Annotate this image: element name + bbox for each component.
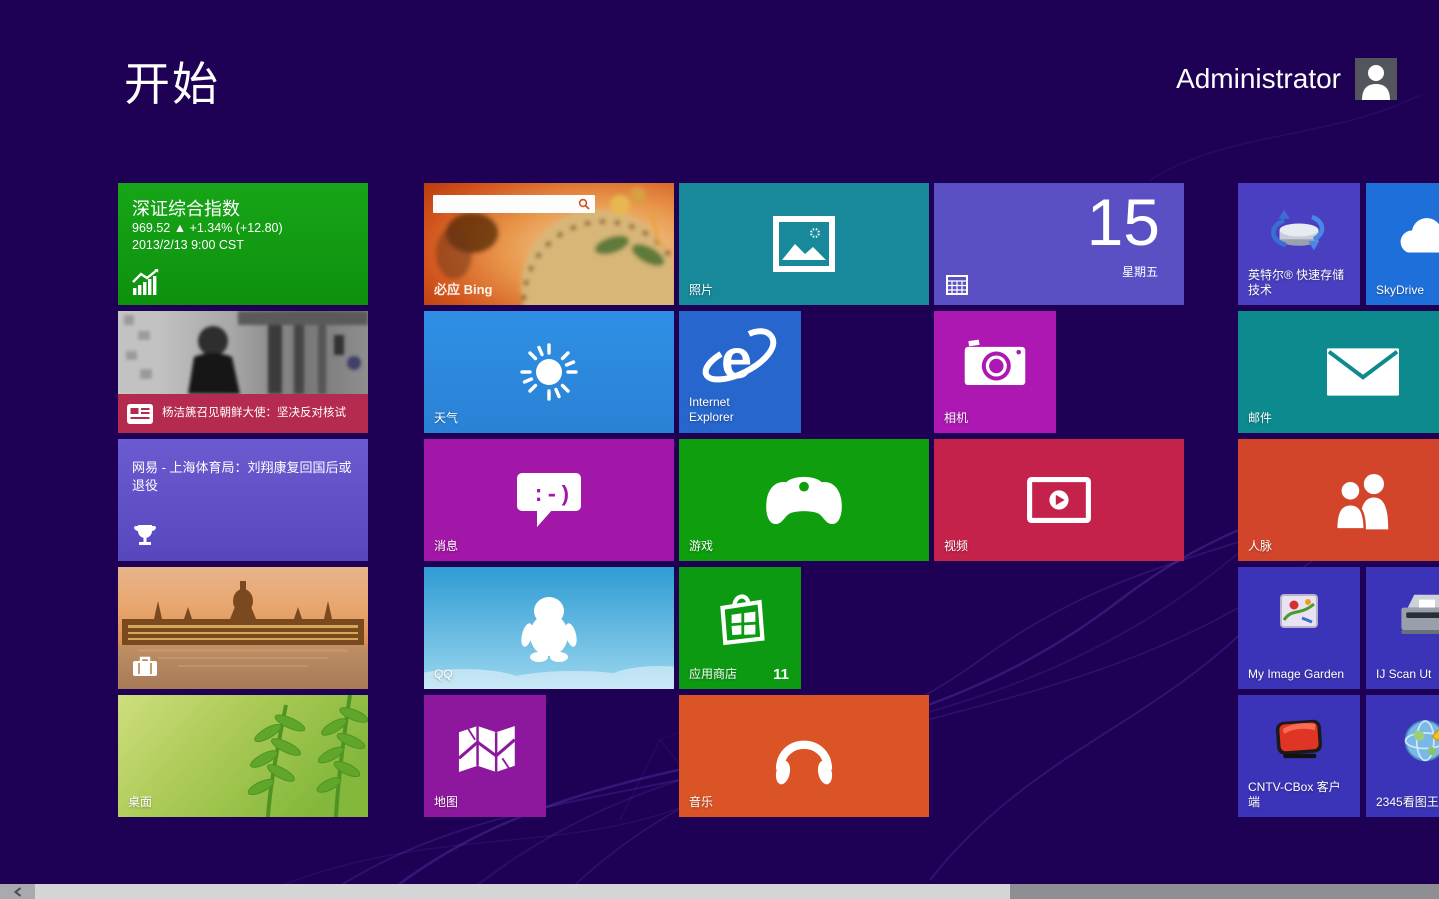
tile-messaging[interactable]: :-) 消息 [424, 439, 674, 561]
search-icon [578, 198, 590, 210]
tile-my-image-garden[interactable]: My Image Garden [1238, 567, 1360, 689]
tile-label: 应用商店 [689, 667, 737, 682]
tile-internet-explorer[interactable]: e Internet Explorer [679, 311, 801, 433]
scanner-icon [1395, 590, 1439, 638]
tile-stock-index[interactable]: 深证综合指数 969.52 ▲ +1.34% (+12.80) 2013/2/1… [118, 183, 368, 305]
globe-update-icon [1401, 715, 1439, 763]
intel-rst-icon [1271, 204, 1327, 256]
tile-intel-rst[interactable]: 英特尔® 快速存储技术 [1238, 183, 1360, 305]
store-bag-icon [705, 585, 775, 653]
tile-label: 必应 Bing [434, 279, 493, 298]
tile-2345-update[interactable]: 2345看图王 本升级 [1366, 695, 1439, 817]
photo-frame-icon [773, 216, 835, 272]
tile-sports-news[interactable]: 网易 - 上海体育局：刘翔康复回国后或退役 [118, 439, 368, 561]
tile-travel[interactable] [118, 567, 368, 689]
video-player-icon [1027, 477, 1091, 523]
store-update-badge: 11 [773, 666, 789, 683]
sports-headline: 网易 - 上海体育局：刘翔康复回国后或退役 [132, 459, 357, 495]
tile-calendar[interactable]: 15 星期五 [934, 183, 1184, 305]
calendar-weekday: 星期五 [1122, 263, 1158, 280]
ie-logo-icon: e [701, 328, 779, 392]
tile-label: 音乐 [689, 795, 713, 810]
tile-ij-scan-utility[interactable]: IJ Scan Ut [1366, 567, 1439, 689]
people-icon [1321, 470, 1405, 530]
tile-label: 桌面 [128, 795, 152, 810]
message-bubble-icon: :-) [513, 469, 585, 531]
tile-bing[interactable]: 必应 Bing [424, 183, 674, 305]
tile-label: 视频 [944, 539, 968, 554]
bing-search-bar[interactable] [433, 195, 595, 213]
tile-qq[interactable]: QQ [424, 567, 674, 689]
my-image-garden-icon [1280, 594, 1318, 628]
tile-label: 地图 [434, 795, 458, 810]
news-headline: 杨洁篪召见朝鲜大使：坚决反对核试 [162, 406, 360, 421]
stock-value-change: 969.52 ▲ +1.34% (+12.80) [132, 221, 283, 235]
horizontal-scrollbar[interactable] [0, 884, 1439, 899]
tile-label: 游戏 [689, 539, 713, 554]
start-screen: 开始 Administrator 深证综合指数 969.52 ▲ +1.34% … [0, 0, 1439, 899]
desktop-wallpaper [118, 695, 368, 817]
tile-label: Internet Explorer [689, 395, 773, 425]
tile-label: 相机 [944, 411, 968, 426]
mail-envelope-icon [1327, 348, 1399, 396]
tile-label: 照片 [689, 283, 713, 298]
tile-music[interactable]: 音乐 [679, 695, 929, 817]
page-title: 开始 [124, 48, 220, 114]
tile-mail[interactable]: 邮件 [1238, 311, 1439, 433]
tile-label: 2345看图王 本升级 [1376, 795, 1439, 810]
scroll-left-button[interactable] [0, 884, 35, 899]
tile-news[interactable]: 杨洁篪召见朝鲜大使：坚决反对核试 [118, 311, 368, 433]
tile-label: 天气 [434, 411, 458, 426]
tile-camera[interactable]: 相机 [934, 311, 1056, 433]
map-icon [454, 721, 516, 777]
stock-chart-icon [132, 269, 162, 295]
camera-icon [962, 339, 1028, 389]
chevron-left-icon [14, 887, 22, 897]
tile-weather[interactable]: 天气 [424, 311, 674, 433]
calendar-day: 15 [1087, 189, 1160, 255]
tile-desktop[interactable]: 桌面 [118, 695, 368, 817]
news-photo [118, 311, 368, 394]
tile-label: SkyDrive [1376, 283, 1424, 298]
tile-label: 邮件 [1248, 411, 1272, 426]
tile-label: 人脉 [1248, 539, 1272, 554]
tile-video[interactable]: 视频 [934, 439, 1184, 561]
tile-photos[interactable]: 照片 [679, 183, 929, 305]
tile-label: IJ Scan Ut [1376, 667, 1431, 682]
avatar [1355, 58, 1397, 100]
news-caption-band: 杨洁篪召见朝鲜大使：坚决反对核试 [118, 394, 368, 433]
tile-store[interactable]: 应用商店 11 [679, 567, 801, 689]
stock-timestamp: 2013/2/13 9:00 CST [132, 238, 244, 252]
tile-maps[interactable]: 地图 [424, 695, 546, 817]
tile-games[interactable]: 游戏 [679, 439, 929, 561]
qq-penguin-icon [518, 593, 580, 663]
cloud-icon [1395, 212, 1439, 256]
user-name: Administrator [1176, 63, 1341, 95]
person-icon [1355, 58, 1397, 100]
game-controller-icon [758, 468, 850, 532]
tile-cntv-cbox[interactable]: CNTV-CBox 客户端 [1238, 695, 1360, 817]
headphones-icon [766, 723, 842, 789]
cntv-cbox-icon [1273, 717, 1325, 761]
tile-label: My Image Garden [1248, 667, 1352, 682]
svg-text::-): :-) [532, 483, 572, 508]
calendar-icon [946, 275, 968, 295]
tile-label: 消息 [434, 539, 458, 554]
newspaper-icon [126, 402, 154, 426]
suitcase-icon [132, 655, 158, 677]
scrollbar-thumb[interactable] [35, 884, 1010, 899]
tile-skydrive[interactable]: SkyDrive [1366, 183, 1439, 305]
trophy-icon [132, 523, 158, 549]
tile-label: CNTV-CBox 客户端 [1248, 780, 1352, 810]
tile-label: QQ [434, 667, 453, 682]
user-menu-button[interactable]: Administrator [1176, 58, 1397, 100]
stock-index-name: 深证综合指数 [132, 195, 240, 221]
sun-icon [516, 339, 582, 405]
tile-people[interactable]: 人脉 [1238, 439, 1439, 561]
tile-label: 英特尔® 快速存储技术 [1248, 268, 1352, 298]
